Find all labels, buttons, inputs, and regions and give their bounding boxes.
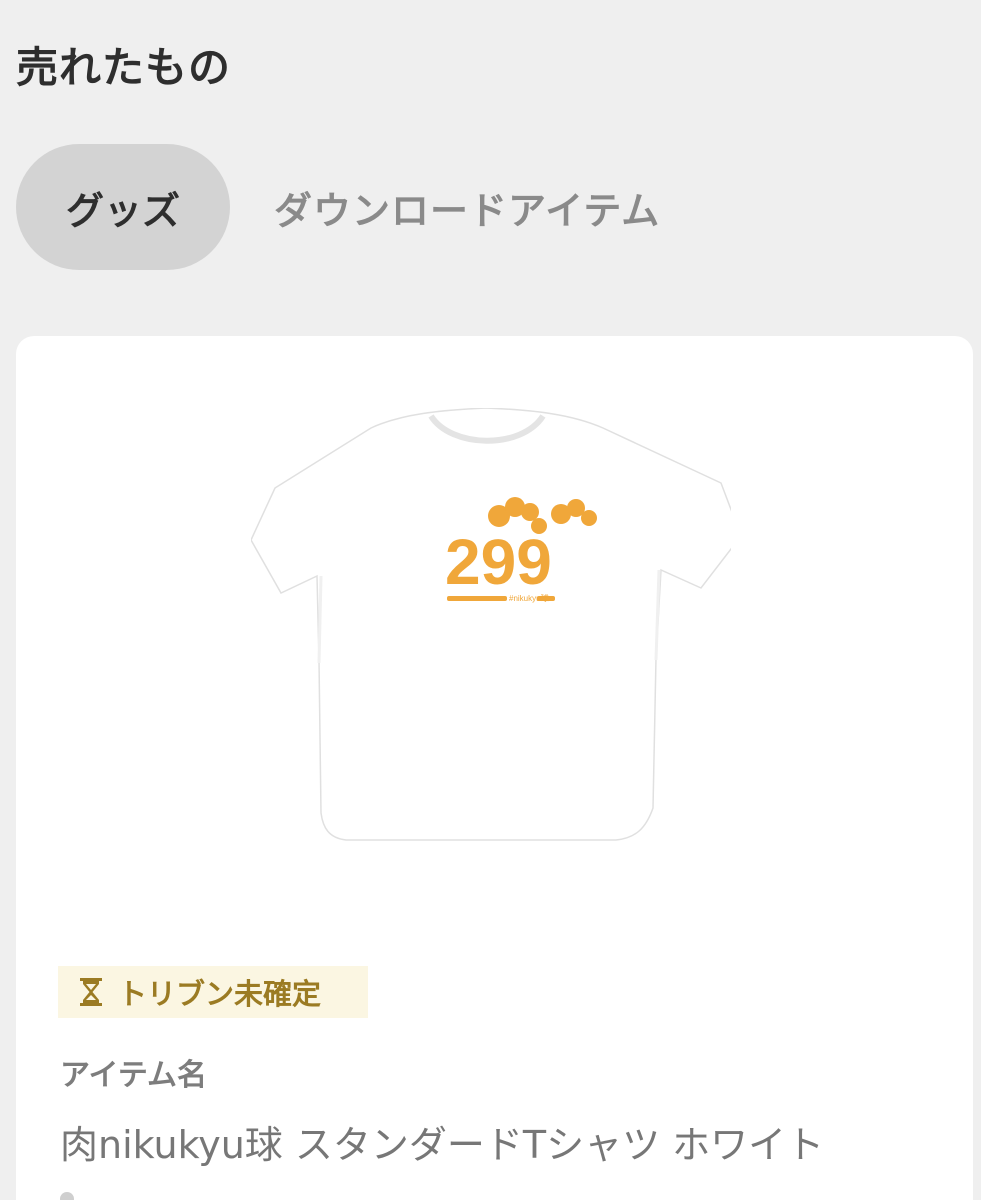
hourglass-icon: [80, 978, 102, 1006]
status-label: トリブン未確定: [118, 977, 322, 1011]
sold-item-card[interactable]: 299 #nikukyu球 トリブン未確定 アイテム名 肉nikukyu球 スタ…: [16, 336, 973, 1200]
page-title: 売れたもの: [16, 43, 232, 92]
item-name-value: 肉nikukyu球 スタンダードTシャツ ホワイト: [60, 1123, 825, 1167]
next-field-icon: [60, 1192, 74, 1200]
item-name-label: アイテム名: [60, 1058, 207, 1093]
status-badge: トリブン未確定: [58, 966, 368, 1018]
product-image: 299 #nikukyu球: [251, 408, 731, 841]
tab-goods[interactable]: グッズ: [16, 144, 230, 270]
print-underline: [447, 596, 507, 601]
print-subtext: #nikukyu球: [509, 593, 549, 603]
print-number: 299: [445, 526, 552, 598]
sold-items-page: 売れたもの グッズ ダウンロードアイテム 299 #nikukyu球 トリブン未…: [0, 0, 981, 1200]
tab-download-items[interactable]: ダウンロードアイテム: [274, 144, 660, 270]
category-tabs: グッズ ダウンロードアイテム: [16, 144, 660, 270]
tshirt-shape: [251, 408, 731, 841]
